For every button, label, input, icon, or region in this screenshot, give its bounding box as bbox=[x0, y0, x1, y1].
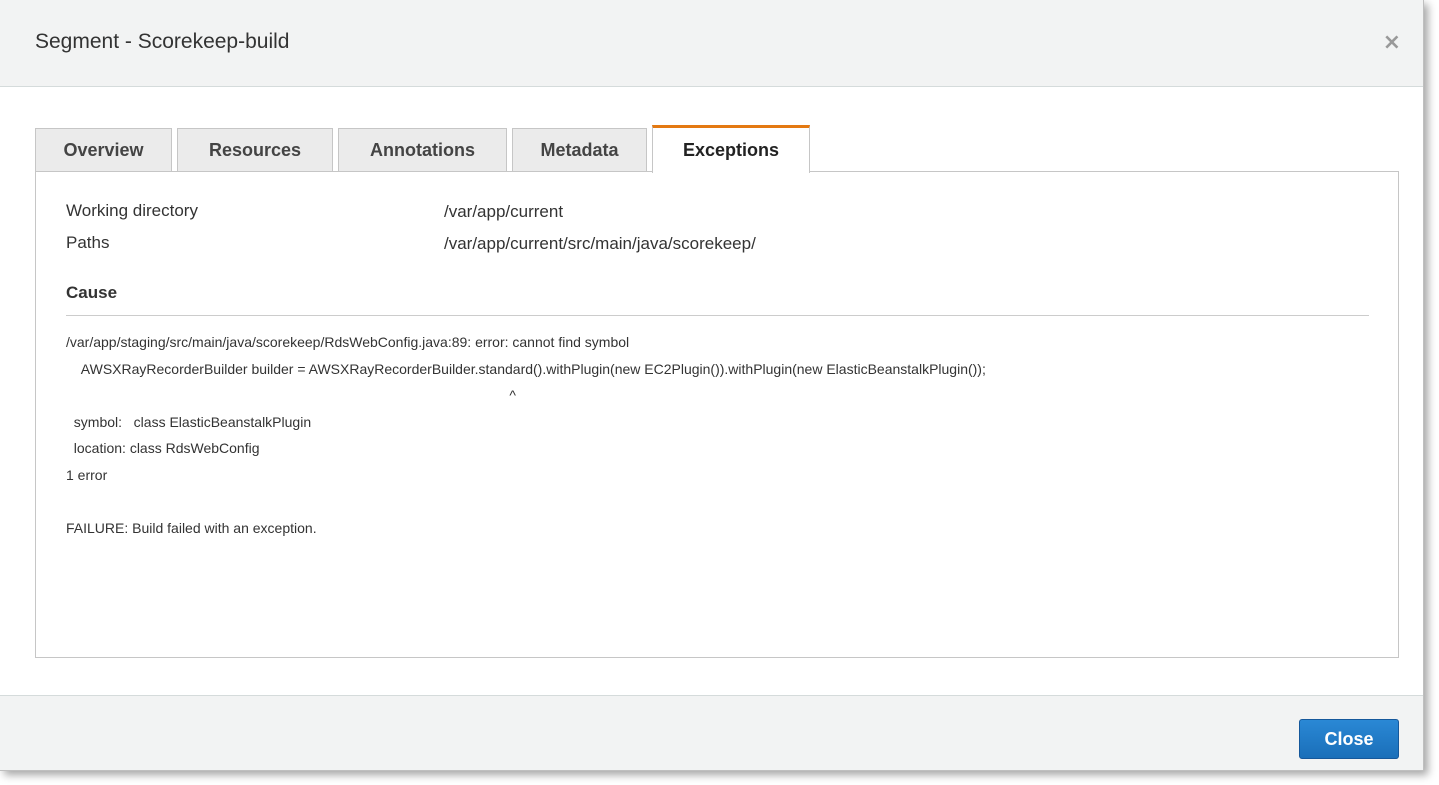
paths-label: Paths bbox=[66, 233, 110, 252]
cause-heading: Cause bbox=[66, 283, 118, 302]
paths-value: /var/app/current/src/main/java/scorekeep… bbox=[444, 234, 756, 253]
working-directory-label: Working directory bbox=[66, 201, 198, 220]
tab-resources[interactable]: Resources bbox=[177, 128, 333, 172]
tab-overview[interactable]: Overview bbox=[35, 128, 172, 172]
working-directory-value: /var/app/current bbox=[444, 202, 564, 221]
dialog-title: Segment - Scorekeep-build bbox=[35, 30, 290, 53]
tab-metadata[interactable]: Metadata bbox=[512, 128, 647, 172]
dialog-footer: Close bbox=[0, 695, 1423, 770]
tab-bar: Overview Resources Annotations Metadata … bbox=[35, 125, 815, 173]
close-icon[interactable]: × bbox=[1383, 30, 1401, 56]
cause-stacktrace: /var/app/staging/src/main/java/scorekeep… bbox=[66, 334, 986, 536]
cause-divider bbox=[66, 315, 1369, 316]
dialog-header: Segment - Scorekeep-build × bbox=[0, 0, 1423, 87]
segment-dialog: Segment - Scorekeep-build × Overview Res… bbox=[0, 0, 1424, 771]
tab-exceptions[interactable]: Exceptions bbox=[652, 125, 810, 173]
exceptions-panel: Working directory /var/app/current Paths… bbox=[35, 171, 1399, 658]
close-button[interactable]: Close bbox=[1299, 719, 1399, 759]
tab-annotations[interactable]: Annotations bbox=[338, 128, 507, 172]
